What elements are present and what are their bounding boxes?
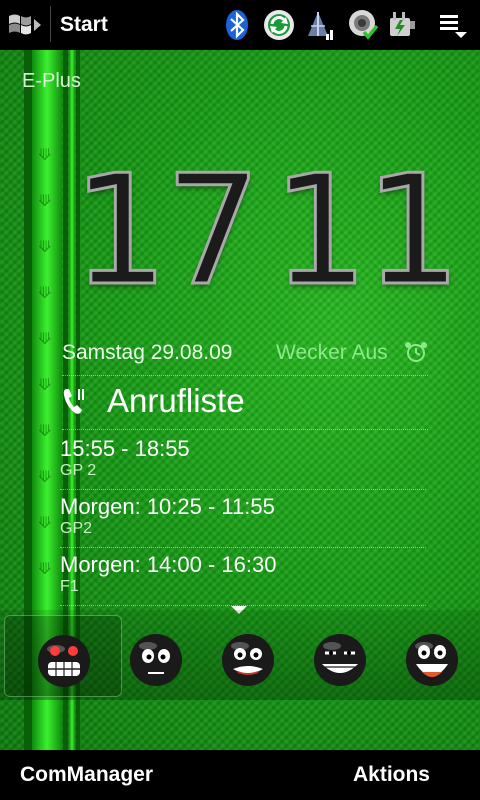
event-subject: GP2	[60, 520, 93, 537]
windows-start-icon[interactable]	[6, 10, 42, 40]
date-label: Samstag 29.08.09	[62, 341, 233, 364]
date-alarm-row[interactable]: Samstag 29.08.09 Wecker Aus	[62, 340, 428, 376]
event-subject: GP 2	[60, 462, 97, 479]
left-softkey[interactable]: ComManager	[20, 763, 153, 787]
calendar-event[interactable]: 15:55 - 18:55 GP 2	[60, 432, 426, 490]
alarm-clock-icon	[405, 342, 427, 362]
title-separator	[50, 6, 51, 42]
event-time: 15:55 - 18:55	[60, 436, 190, 461]
sync-icon[interactable]	[262, 8, 296, 42]
worried-face-icon	[130, 634, 182, 686]
call-history-row[interactable]: Anrufliste	[62, 380, 428, 430]
calendar-event[interactable]: Morgen: 10:25 - 11:55 GP2	[60, 490, 426, 548]
call-history-title: Anrufliste	[107, 382, 245, 419]
battery-charging-icon[interactable]	[386, 8, 420, 42]
grimace-face-icon	[222, 634, 274, 686]
calendar-event[interactable]: Morgen: 14:00 - 16:30 F1	[60, 548, 426, 606]
decor-pattern: ⟱ ⟱ ⟱ ⟱ ⟱ ⟱ ⟱ ⟱ ⟱ ⟱	[38, 145, 52, 578]
softkey-bar: ComManager Aktions	[0, 750, 480, 800]
phone-icon	[63, 389, 84, 414]
event-time: Morgen: 10:25 - 11:55	[60, 494, 275, 519]
launcher-item-laughing[interactable]	[373, 615, 480, 697]
status-bar: Start	[0, 0, 480, 50]
laughing-face-icon	[406, 634, 458, 686]
event-subject: F1	[60, 578, 79, 595]
angry-face-icon	[38, 635, 90, 687]
alarm-status[interactable]: Wecker Aus	[276, 341, 388, 365]
grin-face-icon	[314, 634, 366, 686]
start-title[interactable]: Start	[60, 13, 108, 37]
operator-name: E-Plus	[22, 70, 81, 92]
bluetooth-icon[interactable]	[220, 8, 254, 42]
volume-icon[interactable]	[346, 8, 380, 42]
menu-icon[interactable]	[436, 8, 470, 42]
event-time: Morgen: 14:00 - 16:30	[60, 552, 277, 577]
right-softkey[interactable]: Aktions	[353, 763, 430, 787]
signal-icon[interactable]	[302, 8, 336, 42]
clock-minutes[interactable]: 11	[270, 153, 462, 308]
clock-hours[interactable]: 17	[70, 153, 262, 308]
